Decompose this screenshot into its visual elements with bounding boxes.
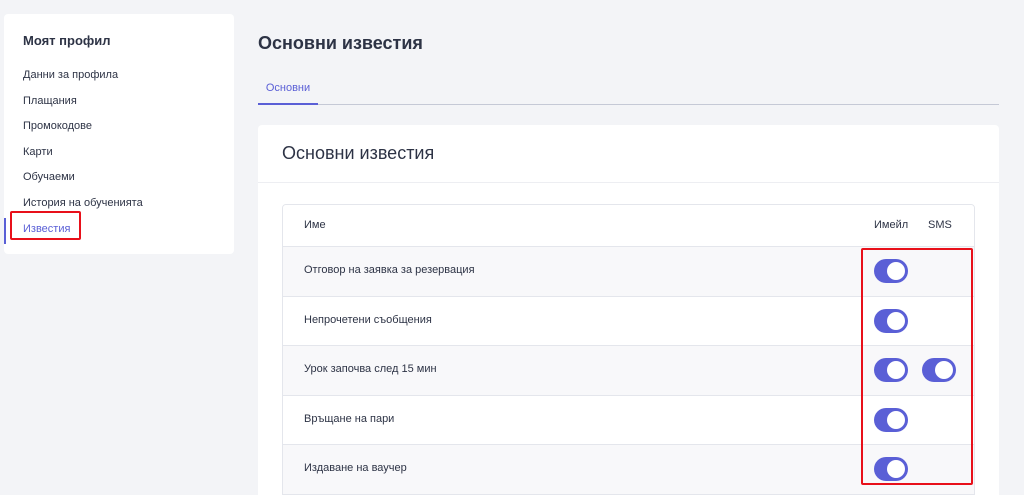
- notifications-table: Име Имейл SMS Отговор на заявка за резер…: [282, 204, 975, 495]
- notification-name: Връщане на пари: [304, 412, 395, 425]
- notifications-card: Основни известия Име Имейл SMS Отговор н…: [258, 125, 999, 495]
- toggle-knob: [887, 311, 905, 330]
- column-header-email: Имейл: [874, 219, 909, 231]
- table-body: Отговор на заявка за резервация Непрочет…: [283, 247, 974, 495]
- email-toggle[interactable]: [874, 407, 908, 432]
- page-title: Основни известия: [258, 33, 423, 53]
- sidebar-item-payments[interactable]: Плащания: [4, 90, 234, 116]
- sidebar-item-notifications[interactable]: Известия: [4, 217, 234, 244]
- table-row: Отговор на заявка за резервация: [283, 247, 974, 297]
- email-toggle[interactable]: [874, 308, 908, 333]
- notification-name: Непрочетени съобщения: [304, 313, 432, 326]
- card-title: Основни известия: [282, 143, 435, 163]
- toggle-knob: [887, 460, 905, 479]
- profile-sidebar: Моят профил Данни за профила Плащания Пр…: [4, 14, 234, 254]
- email-toggle[interactable]: [874, 259, 908, 283]
- sidebar-item-students[interactable]: Обучаеми: [4, 166, 234, 192]
- table-row: Непрочетени съобщения: [283, 297, 974, 347]
- toggle-knob: [935, 361, 953, 380]
- tab-basic[interactable]: Основни: [258, 70, 318, 105]
- sidebar-menu: Данни за профила Плащания Промокодове Ка…: [4, 64, 234, 244]
- toggle-knob: [887, 361, 905, 380]
- table-header: Име Имейл SMS: [283, 205, 974, 247]
- card-divider: [258, 182, 999, 183]
- column-header-name: Име: [304, 219, 326, 231]
- tab-bar: Основни: [258, 70, 999, 105]
- notification-name: Издаване на ваучер: [304, 462, 407, 475]
- email-toggle[interactable]: [874, 358, 908, 383]
- sidebar-item-cards[interactable]: Карти: [4, 141, 234, 167]
- toggle-knob: [887, 262, 905, 280]
- sidebar-item-promocodes[interactable]: Промокодове: [4, 115, 234, 141]
- table-row: Връщане на пари: [283, 396, 974, 446]
- notification-name: Отговор на заявка за резервация: [304, 264, 475, 276]
- table-row: Урок започва след 15 мин: [283, 346, 974, 396]
- email-toggle[interactable]: [874, 457, 908, 482]
- toggle-knob: [887, 410, 905, 429]
- notification-name: Урок започва след 15 мин: [304, 363, 437, 376]
- sidebar-title: Моят профил: [23, 33, 111, 48]
- table-row: Издаване на ваучер: [283, 445, 974, 495]
- column-header-sms: SMS: [928, 219, 952, 231]
- sidebar-item-training-history[interactable]: История на обученията: [4, 192, 234, 218]
- sms-toggle[interactable]: [922, 358, 956, 383]
- sidebar-item-profile-data[interactable]: Данни за профила: [4, 64, 234, 90]
